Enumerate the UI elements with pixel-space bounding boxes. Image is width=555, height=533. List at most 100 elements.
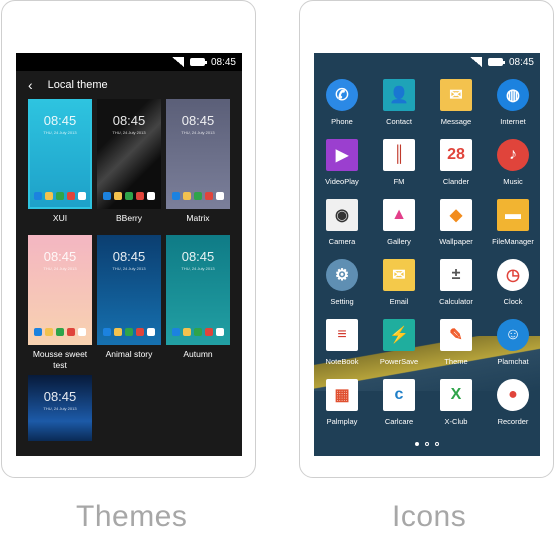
app-phone[interactable]: ✆ Phone <box>314 79 370 126</box>
theme-name: BBerry <box>116 213 142 223</box>
theme-card[interactable]: 08:45 THU, 24 July 2013 Matrix <box>166 99 230 224</box>
preview-dock <box>101 328 157 338</box>
internet-icon: ◍ <box>497 79 529 111</box>
theme-header: ‹ Local theme <box>16 71 242 99</box>
theme-card[interactable]: 08:45 THU, 24 July 2013 Autumn <box>166 235 230 360</box>
status-bar: 08:45 <box>314 53 540 71</box>
app-label: Music <box>503 177 523 186</box>
contact-icon: 👤 <box>383 79 415 111</box>
app-clock[interactable]: ◷ Clock <box>485 259 540 306</box>
app-label: Calculator <box>439 297 473 306</box>
app-x-club[interactable]: X X-Club <box>428 379 484 426</box>
page-dot[interactable] <box>435 442 439 446</box>
app-label: Plamchat <box>497 357 529 366</box>
dock-app-icon <box>102 328 111 336</box>
filemanager-icon: ▬ <box>497 199 529 231</box>
dock-app-icon <box>67 192 76 200</box>
app-label: Internet <box>500 117 526 126</box>
app-wallpaper[interactable]: ◆ Wallpaper <box>428 199 484 246</box>
app-label: Phone <box>331 117 353 126</box>
app-label: Clander <box>442 177 470 186</box>
theme-name: Mousse sweet test <box>32 349 88 370</box>
app-notebook[interactable]: ≡ NoteBook <box>314 319 370 366</box>
preview-clock: 08:45 <box>181 113 215 128</box>
preview-dock <box>32 328 88 338</box>
signal-icon <box>171 57 184 67</box>
app-setting[interactable]: ⚙ Setting <box>314 259 370 306</box>
dock-app-icon <box>216 192 225 200</box>
dock-app-icon <box>113 328 122 336</box>
dock-app-icon <box>193 328 202 336</box>
app-contact[interactable]: 👤 Contact <box>371 79 427 126</box>
fm-icon: ║ <box>383 139 415 171</box>
app-carlcare[interactable]: c Carlcare <box>371 379 427 426</box>
app-email[interactable]: ✉ Email <box>371 259 427 306</box>
app-gallery[interactable]: ▲ Gallery <box>371 199 427 246</box>
app-label: NoteBook <box>325 357 359 366</box>
dock-app-icon <box>147 328 156 336</box>
page-dot[interactable] <box>425 442 429 446</box>
app-label: Gallery <box>387 237 411 246</box>
preview-date: THU, 24 July 2013 <box>43 266 77 271</box>
app-videoplay[interactable]: ▶ VideoPlay <box>314 139 370 186</box>
theme-name: Matrix <box>186 213 210 223</box>
preview-clock: 08:45 <box>43 389 77 404</box>
app-clander[interactable]: 28 Clander <box>428 139 484 186</box>
dock-app-icon <box>182 192 191 200</box>
app-label: FM <box>393 177 405 186</box>
preview-clock: 08:45 <box>112 249 146 264</box>
theme-card[interactable]: 08:45 THU, 24 July 2013 BBerry <box>97 99 161 224</box>
app-filemanager[interactable]: ▬ FileManager <box>485 199 540 246</box>
theme-icon: ✎ <box>440 319 472 351</box>
page-title: Local theme <box>47 79 108 91</box>
app-theme[interactable]: ✎ Theme <box>428 319 484 366</box>
app-music[interactable]: ♪ Music <box>485 139 540 186</box>
dock-app-icon <box>205 328 214 336</box>
app-recorder[interactable]: ● Recorder <box>485 379 540 426</box>
preview-date: THU, 24 July 2013 <box>43 406 77 411</box>
app-fm[interactable]: ║ FM <box>371 139 427 186</box>
theme-card[interactable]: 08:45 THU, 24 July 2013 XUI <box>28 99 92 224</box>
showcase: 08:45 ‹ Local theme 08:45 THU, 24 July 20… <box>0 0 555 533</box>
theme-card[interactable]: 08:45 THU, 24 July 2013 Animal story <box>97 235 161 360</box>
palmplay-icon: ▦ <box>326 379 358 411</box>
page-dot[interactable] <box>415 442 419 446</box>
app-palmplay[interactable]: ▦ Palmplay <box>314 379 370 426</box>
theme-card[interactable]: 08:45 THU, 24 July 2013 <box>28 375 92 441</box>
dock-app-icon <box>67 328 76 336</box>
app-camera[interactable]: ◉ Camera <box>314 199 370 246</box>
icons-screen: 08:45 ✆ Phone 👤 Contact ✉ Message ◍ Internet ▶ Vi… <box>314 53 540 456</box>
theme-card[interactable]: 08:45 THU, 24 July 2013 Mousse sweet test <box>28 235 92 371</box>
setting-icon: ⚙ <box>326 259 358 291</box>
x-club-icon: X <box>440 379 472 411</box>
back-icon[interactable]: ‹ <box>28 78 33 92</box>
caption-icons: Icons <box>392 500 467 533</box>
app-message[interactable]: ✉ Message <box>428 79 484 126</box>
dock-app-icon <box>171 192 180 200</box>
gallery-icon: ▲ <box>383 199 415 231</box>
status-bar: 08:45 <box>16 53 242 71</box>
phone-icon: ✆ <box>326 79 358 111</box>
preview-date: THU, 24 July 2013 <box>181 266 215 271</box>
dock-app-icon <box>205 192 214 200</box>
caption-themes: Themes <box>76 500 188 533</box>
phone-themes: 08:45 ‹ Local theme 08:45 THU, 24 July 20… <box>1 0 256 478</box>
app-label: Theme <box>444 357 468 366</box>
themes-screen: 08:45 ‹ Local theme 08:45 THU, 24 July 20… <box>16 53 242 456</box>
app-calculator[interactable]: ± Calculator <box>428 259 484 306</box>
app-powersave[interactable]: ⚡ PowerSave <box>371 319 427 366</box>
preview-dock <box>32 192 88 202</box>
app-label: Clock <box>503 297 523 306</box>
battery-icon <box>487 58 505 66</box>
app-plamchat[interactable]: ☺ Plamchat <box>485 319 540 366</box>
dock-app-icon <box>78 328 87 336</box>
app-internet[interactable]: ◍ Internet <box>485 79 540 126</box>
carlcare-icon: c <box>383 379 415 411</box>
theme-preview: 08:45 THU, 24 July 2013 <box>97 235 161 345</box>
wallpaper-icon: ◆ <box>440 199 472 231</box>
dock-app-icon <box>44 328 53 336</box>
dock-app-icon <box>182 328 191 336</box>
camera-icon: ◉ <box>326 199 358 231</box>
dock-app-icon <box>147 192 156 200</box>
plamchat-icon: ☺ <box>497 319 529 351</box>
